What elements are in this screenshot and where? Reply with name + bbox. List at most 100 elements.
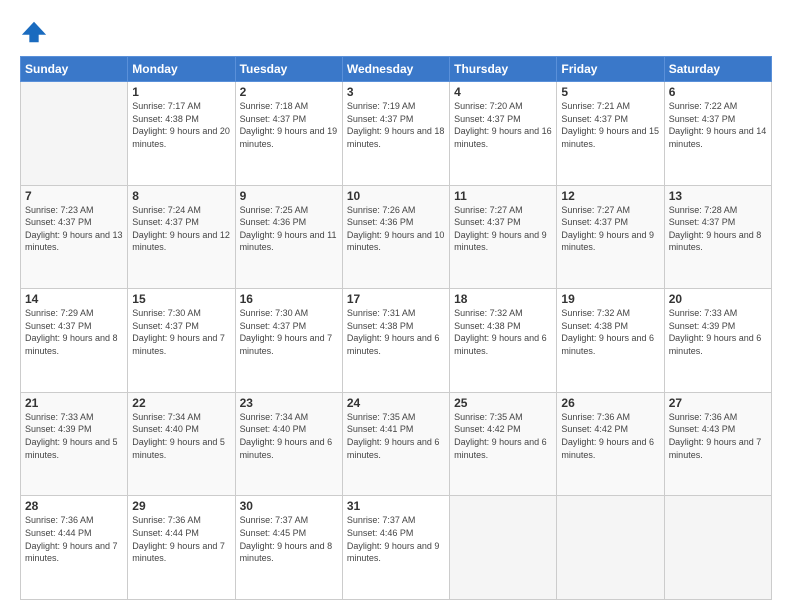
day-info: Sunrise: 7:32 AMSunset: 4:38 PMDaylight:… [561,307,659,357]
calendar-cell: 27Sunrise: 7:36 AMSunset: 4:43 PMDayligh… [664,392,771,496]
calendar-cell: 21Sunrise: 7:33 AMSunset: 4:39 PMDayligh… [21,392,128,496]
day-info: Sunrise: 7:20 AMSunset: 4:37 PMDaylight:… [454,100,552,150]
day-number: 19 [561,292,659,306]
calendar-week-5: 28Sunrise: 7:36 AMSunset: 4:44 PMDayligh… [21,496,772,600]
calendar-cell: 28Sunrise: 7:36 AMSunset: 4:44 PMDayligh… [21,496,128,600]
calendar-cell: 25Sunrise: 7:35 AMSunset: 4:42 PMDayligh… [450,392,557,496]
day-info: Sunrise: 7:36 AMSunset: 4:44 PMDaylight:… [25,514,123,564]
day-number: 8 [132,189,230,203]
calendar-cell: 26Sunrise: 7:36 AMSunset: 4:42 PMDayligh… [557,392,664,496]
calendar-cell: 9Sunrise: 7:25 AMSunset: 4:36 PMDaylight… [235,185,342,289]
day-info: Sunrise: 7:36 AMSunset: 4:42 PMDaylight:… [561,411,659,461]
calendar-cell: 20Sunrise: 7:33 AMSunset: 4:39 PMDayligh… [664,289,771,393]
day-info: Sunrise: 7:34 AMSunset: 4:40 PMDaylight:… [132,411,230,461]
day-number: 9 [240,189,338,203]
day-number: 27 [669,396,767,410]
calendar-cell: 18Sunrise: 7:32 AMSunset: 4:38 PMDayligh… [450,289,557,393]
page: SundayMondayTuesdayWednesdayThursdayFrid… [0,0,792,612]
day-number: 17 [347,292,445,306]
day-info: Sunrise: 7:30 AMSunset: 4:37 PMDaylight:… [132,307,230,357]
calendar-cell [664,496,771,600]
calendar-cell: 1Sunrise: 7:17 AMSunset: 4:38 PMDaylight… [128,82,235,186]
calendar-cell: 19Sunrise: 7:32 AMSunset: 4:38 PMDayligh… [557,289,664,393]
day-info: Sunrise: 7:29 AMSunset: 4:37 PMDaylight:… [25,307,123,357]
day-number: 1 [132,85,230,99]
calendar-week-1: 1Sunrise: 7:17 AMSunset: 4:38 PMDaylight… [21,82,772,186]
calendar-cell: 5Sunrise: 7:21 AMSunset: 4:37 PMDaylight… [557,82,664,186]
calendar-header-monday: Monday [128,57,235,82]
day-info: Sunrise: 7:36 AMSunset: 4:43 PMDaylight:… [669,411,767,461]
calendar-cell: 7Sunrise: 7:23 AMSunset: 4:37 PMDaylight… [21,185,128,289]
day-number: 3 [347,85,445,99]
day-number: 4 [454,85,552,99]
day-info: Sunrise: 7:33 AMSunset: 4:39 PMDaylight:… [669,307,767,357]
day-number: 25 [454,396,552,410]
day-number: 24 [347,396,445,410]
day-info: Sunrise: 7:27 AMSunset: 4:37 PMDaylight:… [561,204,659,254]
day-info: Sunrise: 7:33 AMSunset: 4:39 PMDaylight:… [25,411,123,461]
day-number: 28 [25,499,123,513]
calendar-header-sunday: Sunday [21,57,128,82]
calendar-cell: 31Sunrise: 7:37 AMSunset: 4:46 PMDayligh… [342,496,449,600]
day-info: Sunrise: 7:28 AMSunset: 4:37 PMDaylight:… [669,204,767,254]
calendar-cell: 30Sunrise: 7:37 AMSunset: 4:45 PMDayligh… [235,496,342,600]
calendar-cell: 23Sunrise: 7:34 AMSunset: 4:40 PMDayligh… [235,392,342,496]
day-info: Sunrise: 7:25 AMSunset: 4:36 PMDaylight:… [240,204,338,254]
day-info: Sunrise: 7:22 AMSunset: 4:37 PMDaylight:… [669,100,767,150]
header [20,18,772,46]
calendar-cell: 13Sunrise: 7:28 AMSunset: 4:37 PMDayligh… [664,185,771,289]
day-info: Sunrise: 7:18 AMSunset: 4:37 PMDaylight:… [240,100,338,150]
calendar-cell [450,496,557,600]
calendar-cell: 4Sunrise: 7:20 AMSunset: 4:37 PMDaylight… [450,82,557,186]
calendar-header-friday: Friday [557,57,664,82]
day-number: 2 [240,85,338,99]
day-info: Sunrise: 7:17 AMSunset: 4:38 PMDaylight:… [132,100,230,150]
calendar-cell: 6Sunrise: 7:22 AMSunset: 4:37 PMDaylight… [664,82,771,186]
day-number: 10 [347,189,445,203]
calendar-header-wednesday: Wednesday [342,57,449,82]
calendar-cell [557,496,664,600]
day-number: 6 [669,85,767,99]
day-number: 13 [669,189,767,203]
day-number: 23 [240,396,338,410]
day-number: 11 [454,189,552,203]
day-number: 20 [669,292,767,306]
calendar-cell: 2Sunrise: 7:18 AMSunset: 4:37 PMDaylight… [235,82,342,186]
logo-icon [20,18,48,46]
day-number: 14 [25,292,123,306]
day-number: 31 [347,499,445,513]
calendar-cell [21,82,128,186]
day-info: Sunrise: 7:21 AMSunset: 4:37 PMDaylight:… [561,100,659,150]
day-info: Sunrise: 7:23 AMSunset: 4:37 PMDaylight:… [25,204,123,254]
day-number: 18 [454,292,552,306]
day-info: Sunrise: 7:19 AMSunset: 4:37 PMDaylight:… [347,100,445,150]
day-number: 5 [561,85,659,99]
day-info: Sunrise: 7:34 AMSunset: 4:40 PMDaylight:… [240,411,338,461]
day-number: 12 [561,189,659,203]
day-info: Sunrise: 7:35 AMSunset: 4:42 PMDaylight:… [454,411,552,461]
day-info: Sunrise: 7:24 AMSunset: 4:37 PMDaylight:… [132,204,230,254]
calendar-cell: 14Sunrise: 7:29 AMSunset: 4:37 PMDayligh… [21,289,128,393]
calendar-cell: 12Sunrise: 7:27 AMSunset: 4:37 PMDayligh… [557,185,664,289]
calendar-cell: 15Sunrise: 7:30 AMSunset: 4:37 PMDayligh… [128,289,235,393]
day-number: 7 [25,189,123,203]
calendar-cell: 3Sunrise: 7:19 AMSunset: 4:37 PMDaylight… [342,82,449,186]
calendar-week-4: 21Sunrise: 7:33 AMSunset: 4:39 PMDayligh… [21,392,772,496]
day-number: 16 [240,292,338,306]
logo [20,18,52,46]
calendar-week-3: 14Sunrise: 7:29 AMSunset: 4:37 PMDayligh… [21,289,772,393]
calendar-cell: 24Sunrise: 7:35 AMSunset: 4:41 PMDayligh… [342,392,449,496]
day-info: Sunrise: 7:31 AMSunset: 4:38 PMDaylight:… [347,307,445,357]
day-number: 21 [25,396,123,410]
day-number: 15 [132,292,230,306]
calendar-cell: 16Sunrise: 7:30 AMSunset: 4:37 PMDayligh… [235,289,342,393]
day-number: 22 [132,396,230,410]
day-info: Sunrise: 7:26 AMSunset: 4:36 PMDaylight:… [347,204,445,254]
day-info: Sunrise: 7:37 AMSunset: 4:45 PMDaylight:… [240,514,338,564]
calendar-header-thursday: Thursday [450,57,557,82]
calendar-cell: 11Sunrise: 7:27 AMSunset: 4:37 PMDayligh… [450,185,557,289]
calendar-week-2: 7Sunrise: 7:23 AMSunset: 4:37 PMDaylight… [21,185,772,289]
day-info: Sunrise: 7:37 AMSunset: 4:46 PMDaylight:… [347,514,445,564]
calendar-header-saturday: Saturday [664,57,771,82]
calendar-header-tuesday: Tuesday [235,57,342,82]
